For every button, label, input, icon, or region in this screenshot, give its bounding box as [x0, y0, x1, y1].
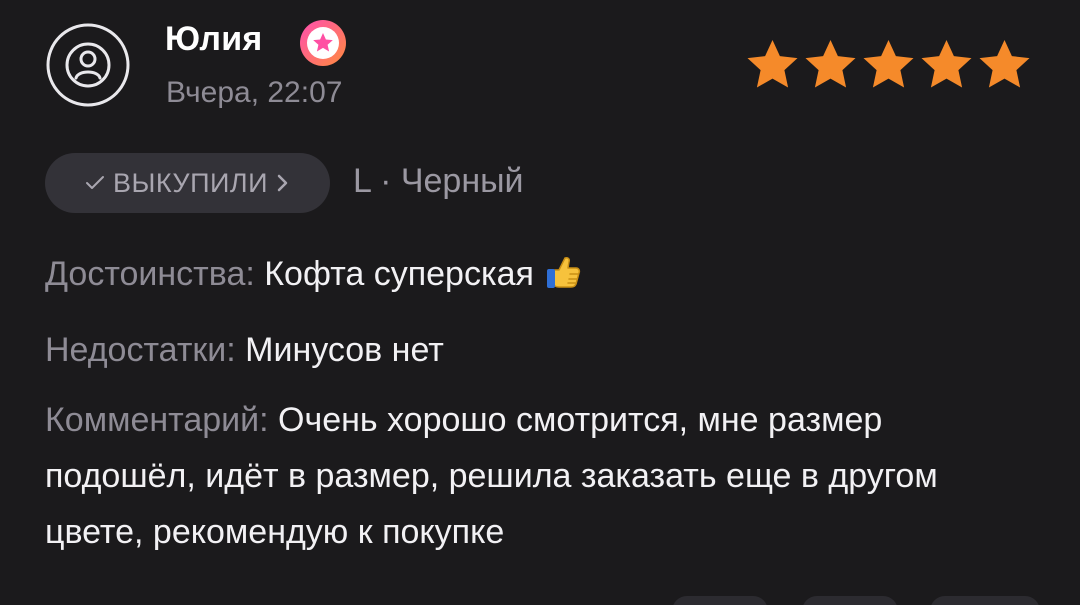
star-icon — [921, 40, 972, 88]
purchased-tag-label: ВЫКУПИЛИ — [112, 167, 269, 198]
star-icon — [747, 40, 798, 88]
more-button[interactable] — [930, 596, 1040, 605]
review-card: Юлия Вчера, 22:07 ВЫКУПИЛИ L · Черный До… — [0, 0, 1080, 605]
reaction-button[interactable] — [672, 596, 768, 605]
star-icon — [863, 40, 914, 88]
check-icon — [85, 176, 104, 189]
cons-label: Недостатки: — [45, 331, 236, 369]
user-avatar-icon[interactable] — [45, 22, 131, 108]
comment-row: Комментарий: Очень хорошо смотрится, мне… — [45, 392, 1035, 560]
pros-label: Достоинства: — [45, 255, 255, 293]
cons-row: Недостатки: Минусов нет — [45, 322, 1035, 378]
review-date: Вчера, 22:07 — [166, 76, 343, 109]
thumbs-up-icon — [544, 252, 582, 308]
rating-stars — [744, 38, 1033, 92]
pros-text: Кофта суперская — [264, 255, 534, 293]
star-icon — [979, 40, 1030, 88]
purchased-tag-button[interactable]: ВЫКУПИЛИ — [45, 153, 330, 213]
chevron-right-icon — [277, 174, 288, 192]
star-badge-icon — [298, 18, 348, 68]
comment-label: Комментарий: — [45, 401, 269, 439]
star-icon — [805, 40, 856, 88]
cons-text: Минусов нет — [245, 331, 444, 369]
pros-row: Достоинства: Кофта суперская — [45, 246, 1035, 308]
author-name: Юлия — [165, 20, 263, 58]
reaction-button[interactable] — [802, 596, 898, 605]
product-variant: L · Черный — [353, 162, 524, 200]
